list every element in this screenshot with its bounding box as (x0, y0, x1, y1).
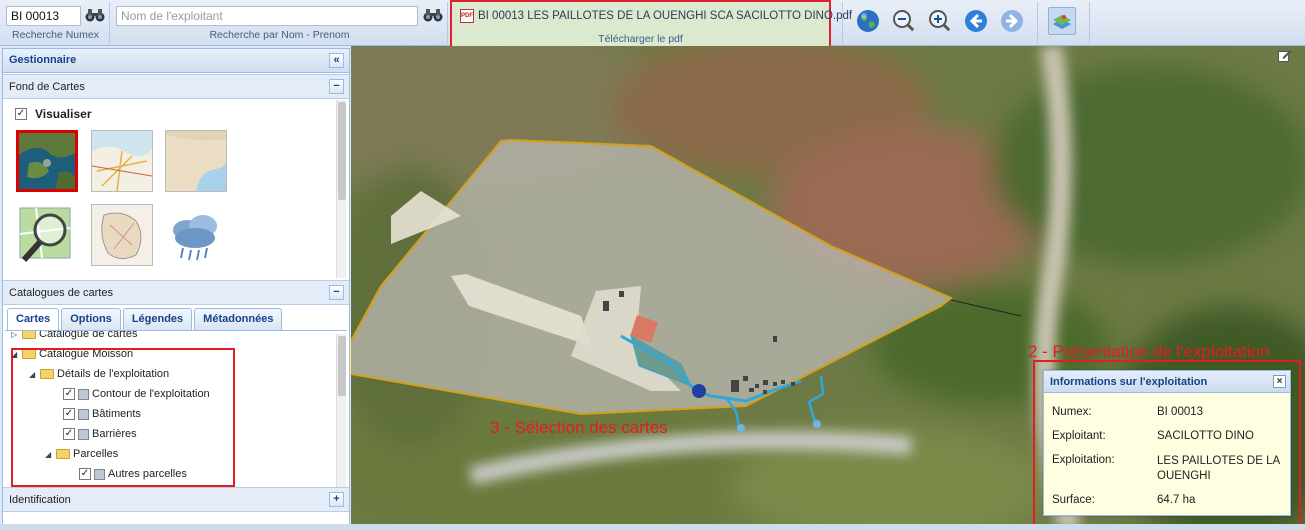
edit-pencil-icon[interactable] (1278, 49, 1292, 62)
basemap-scrollbar[interactable] (336, 100, 346, 278)
info-value: 64.7 ha (1157, 494, 1196, 506)
basemap-osm[interactable] (16, 204, 78, 266)
street-map-thumbnail (92, 131, 152, 191)
layers-group (1040, 2, 1090, 44)
info-row-exploitant: Exploitant: SACILOTTO DINO (1052, 430, 1287, 442)
status-bar (0, 524, 1305, 530)
exploitation-info-panel: Informations sur l'exploitation × Numex:… (1043, 370, 1291, 516)
pdf-filename: BI 00013 LES PAILLOTES DE LA OUENGHI SCA… (478, 10, 853, 22)
info-panel-header: Informations sur l'exploitation × (1044, 371, 1290, 393)
clouds-thumbnail (173, 215, 217, 261)
pdf-caption: Télécharger le pdf (598, 33, 683, 45)
coastline-map-thumbnail (166, 131, 226, 191)
info-value: BI 00013 (1157, 406, 1204, 418)
satellite-thumbnail (19, 133, 75, 189)
catalogues-section-header[interactable]: Catalogues de cartes − (3, 280, 349, 305)
back-arrow-icon[interactable] (963, 8, 989, 34)
binoculars-icon[interactable] (85, 7, 105, 23)
map-layers-icon (1053, 15, 1071, 29)
forward-arrow-icon[interactable] (999, 8, 1025, 34)
tab-options[interactable]: Options (61, 308, 121, 330)
folder-icon (22, 331, 36, 339)
tree-scroll-thumb[interactable] (338, 336, 346, 396)
water-point[interactable] (813, 420, 821, 428)
close-icon[interactable]: × (1273, 375, 1286, 388)
presentation-annotation: 2 - Présentation de l'exploitation (1028, 342, 1270, 361)
map-layers-button[interactable] (1048, 7, 1076, 35)
numex-input[interactable] (6, 6, 81, 26)
zoom-out-icon[interactable] (891, 8, 917, 34)
manager-title: Gestionnaire (9, 54, 77, 66)
navigation-group (842, 2, 1038, 44)
name-search-caption: Recherche par Nom - Prenom (209, 29, 350, 41)
info-label: Exploitation: (1052, 454, 1115, 466)
numex-search-group: Recherche Numex (2, 2, 110, 44)
info-label: Surface: (1052, 494, 1095, 506)
selection-annotation: 3 - Sélection des cartes (490, 418, 668, 437)
tree-scrollbar[interactable] (336, 334, 346, 488)
info-label: Numex: (1052, 406, 1092, 418)
info-value: SACILOTTO DINO (1157, 430, 1254, 442)
identification-expand-button[interactable]: + (329, 492, 344, 507)
binoculars-icon[interactable] (423, 7, 443, 23)
catalogues-section-title: Catalogues de cartes (9, 287, 113, 299)
visualiser-row: ✓ Visualiser (15, 107, 91, 121)
pdf-icon: PDF (460, 9, 474, 23)
water-point[interactable] (737, 424, 745, 432)
info-panel-title: Informations sur l'exploitation (1050, 376, 1208, 388)
numex-caption: Recherche Numex (12, 29, 99, 41)
visualiser-label: Visualiser (35, 107, 92, 121)
selection-highlight-box (11, 348, 235, 487)
manager-panel: Gestionnaire « Fond de Cartes − ✓ Visual… (2, 48, 350, 530)
info-row-exploitation: Exploitation: LES PAILLOTES DE LA OUENGH… (1052, 454, 1287, 484)
tree-node-catalogue-cartes[interactable]: ▷ Catalogue de cartes (11, 330, 138, 343)
visualiser-checkbox[interactable]: ✓ (15, 108, 27, 120)
expand-arrow-icon[interactable]: ▷ (11, 331, 19, 339)
pdf-download-group: PDF BI 00013 LES PAILLOTES DE LA OUENGHI… (450, 0, 852, 52)
info-row-numex: Numex: BI 00013 (1052, 406, 1287, 418)
pdf-download-link[interactable]: PDF BI 00013 LES PAILLOTES DE LA OUENGHI… (460, 9, 852, 23)
info-row-surface: Surface: 64.7 ha (1052, 494, 1287, 506)
manager-panel-header: Gestionnaire « (3, 49, 349, 73)
basemap-section-title: Fond de Cartes (9, 81, 85, 93)
basemap-satellite[interactable] (16, 130, 78, 192)
identification-section-title: Identification (9, 494, 71, 506)
tab-cartes[interactable]: Cartes (7, 308, 60, 330)
identification-section-header[interactable]: Identification + (3, 487, 349, 512)
info-value: LES PAILLOTES DE LA OUENGHI (1157, 455, 1280, 482)
basemap-island[interactable] (91, 204, 153, 266)
catalogues-collapse-button[interactable]: − (329, 285, 344, 300)
basemap-section-header[interactable]: Fond de Cartes − (3, 74, 349, 99)
homestead-point[interactable] (692, 384, 706, 398)
collapse-panel-button[interactable]: « (329, 53, 344, 68)
basemap-street[interactable] (91, 130, 153, 192)
basemap-scroll-thumb[interactable] (338, 102, 346, 200)
island-map-thumbnail (92, 205, 152, 265)
zoom-in-icon[interactable] (927, 8, 953, 34)
info-label: Exploitant: (1052, 430, 1106, 442)
basemap-clouds[interactable] (165, 204, 227, 266)
globe-icon[interactable] (855, 8, 881, 34)
toolbar: Recherche Numex Recherche par Nom - Pren… (0, 0, 1305, 52)
tree-label: Catalogue de cartes (39, 330, 138, 340)
tab-metadonnees[interactable]: Métadonnées (194, 308, 283, 330)
osm-search-thumbnail (19, 207, 71, 262)
name-search-input[interactable] (116, 6, 418, 26)
catalogue-tabs: Cartes Options Légendes Métadonnées (7, 308, 283, 330)
tab-legendes[interactable]: Légendes (122, 308, 193, 330)
name-search-group: Recherche par Nom - Prenom (112, 2, 448, 44)
basemap-collapse-button[interactable]: − (329, 79, 344, 94)
basemap-coastline[interactable] (165, 130, 227, 192)
